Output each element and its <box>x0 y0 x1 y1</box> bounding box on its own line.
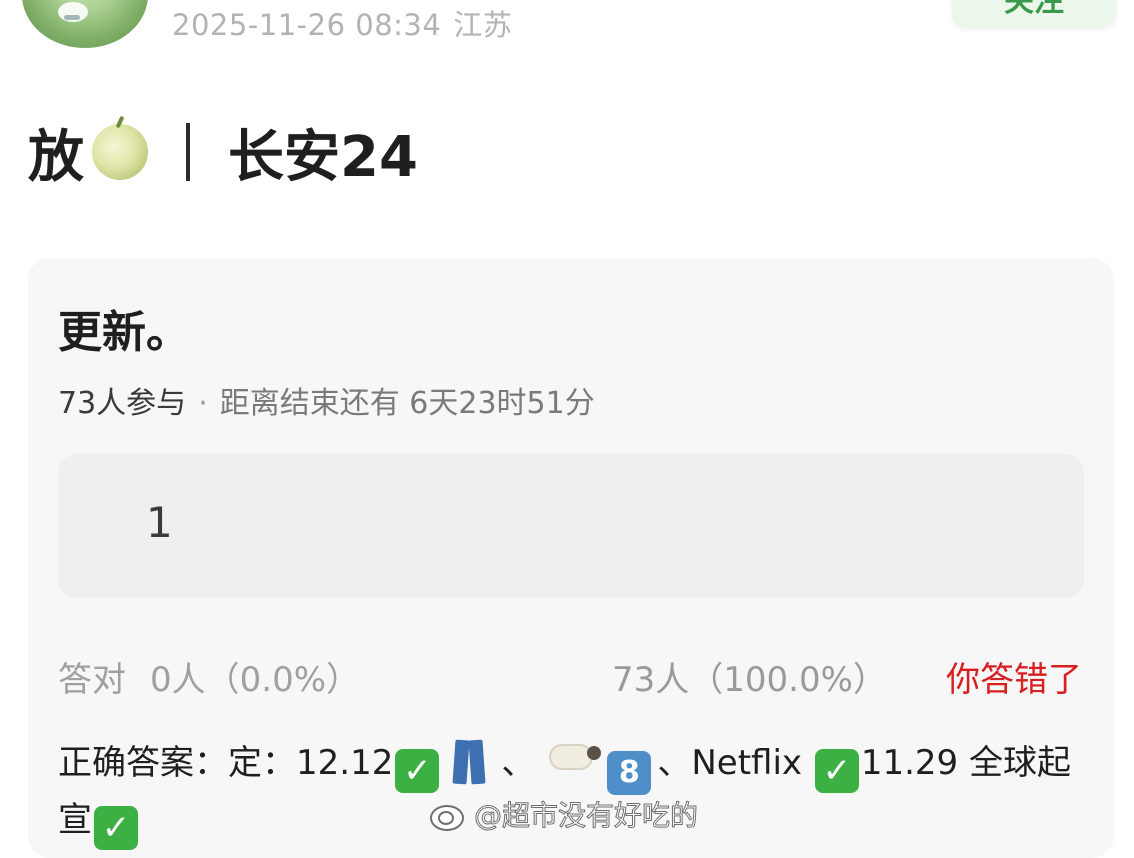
post-timestamp: 2025-11-26 08:34 <box>172 8 442 42</box>
watermark-text: @超市没有好吃的 <box>473 799 699 833</box>
correct-summary: 答对 0人（0.0%） <box>58 652 360 701</box>
follow-button[interactable]: 关注 <box>952 0 1116 28</box>
option-count: 73人（100.0%） <box>612 660 887 700</box>
vote-option[interactable]: 1 <box>58 454 1084 598</box>
check-mark-icon: ✓ <box>814 749 859 793</box>
vote-participants: 73人参与 <box>58 386 187 421</box>
post-location: 江苏 <box>453 8 513 42</box>
vote-card: 更新。 73人参与 · 距离结束还有 6天23时51分 1 答对 0人（0.0%） 7… <box>28 258 1114 858</box>
correct-label: 答对 <box>58 660 126 700</box>
vote-option-label: 1 <box>146 498 173 547</box>
title-divider <box>186 123 190 181</box>
author-avatar[interactable] <box>22 0 148 48</box>
melon-icon <box>92 124 148 180</box>
weibo-icon <box>428 799 466 831</box>
answer-separator: 、 <box>501 743 536 783</box>
post-title-prefix: 放 <box>28 124 84 190</box>
vote-result-row: 答对 0人（0.0%） 73人（100.0%） 你答错了 <box>58 652 1084 702</box>
post-title-main: 长安24 <box>228 124 418 190</box>
check-mark-icon: ✓ <box>94 806 138 850</box>
correct-count: 0人（0.0%） <box>150 660 361 700</box>
post-meta: 2025-11-26 08:34 江苏 <box>172 2 512 44</box>
weibo-watermark: @超市没有好吃的 <box>428 794 699 834</box>
vote-remaining-time: 距离结束还有 6天23时51分 <box>219 386 595 421</box>
post-title: 放 长安24 <box>28 112 418 192</box>
stats-separator: · <box>198 386 208 421</box>
keycap-8-icon: 8 <box>607 751 652 795</box>
answer-netflix: 、Netflix <box>657 743 813 783</box>
wrong-status: 你答错了 <box>946 660 1082 700</box>
avatar-sticker-icon <box>58 2 88 22</box>
sheep-icon <box>549 740 602 782</box>
vote-title: 更新。 <box>58 307 190 358</box>
answer-prefix: 正确答案：定：12.12 <box>58 743 394 783</box>
jeans-icon <box>451 736 487 784</box>
vote-stats: 73人参与 · 距离结束还有 6天23时51分 <box>58 378 595 422</box>
check-mark-icon: ✓ <box>395 749 440 793</box>
